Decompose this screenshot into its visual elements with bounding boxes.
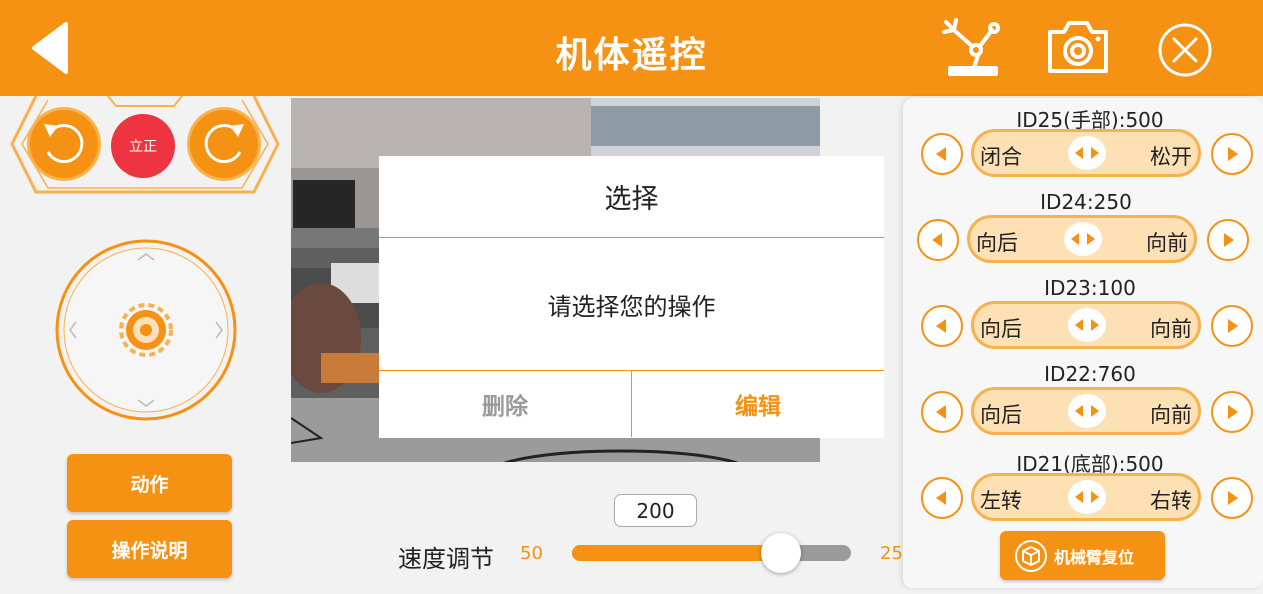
triangle-right-icon <box>1224 233 1234 247</box>
camera-icon <box>1048 21 1108 73</box>
servo-left-label[interactable]: 向后 <box>980 399 1022 429</box>
servo-center-knob[interactable] <box>1068 136 1106 170</box>
servo-increase-button[interactable] <box>1207 219 1249 261</box>
servo-decrease-button[interactable] <box>921 477 963 519</box>
speed-min-label: 50 <box>520 543 543 564</box>
close-icon <box>1158 23 1212 77</box>
servo-center-knob[interactable] <box>1064 222 1102 256</box>
servo-control-pill: 向后 向前 <box>967 215 1197 263</box>
triangle-left-icon <box>932 233 942 247</box>
servo-row-id24: ID24:250 向后 向前 <box>903 184 1263 270</box>
servo-control-panel: ID25(手部):500 闭合 松开 ID24:250 向后 向前 ID23:1… <box>903 98 1263 588</box>
edit-button[interactable]: 编辑 <box>632 371 884 437</box>
left-right-arrows-icon <box>1075 491 1099 503</box>
left-right-arrows-icon <box>1071 233 1095 245</box>
joystick[interactable] <box>54 238 238 422</box>
servo-left-label[interactable]: 闭合 <box>980 141 1022 171</box>
servo-row-id21: ID21(底部):500 左转 右转 <box>907 442 1263 528</box>
rotate-left-button[interactable] <box>30 110 98 178</box>
servo-increase-button[interactable] <box>1211 391 1253 433</box>
servo-control-pill: 向后 向前 <box>971 387 1201 435</box>
servo-decrease-button[interactable] <box>921 305 963 347</box>
action-button[interactable]: 动作 <box>67 454 232 512</box>
servo-center-knob[interactable] <box>1068 308 1106 342</box>
camera-button[interactable] <box>1044 18 1112 80</box>
robot-arm-icon <box>942 18 1000 76</box>
triangle-right-icon <box>1228 491 1238 505</box>
servo-right-label[interactable]: 松开 <box>1150 141 1192 171</box>
speed-slider-track[interactable] <box>572 545 851 561</box>
servo-control-pill: 左转 右转 <box>971 473 1201 521</box>
servo-center-knob[interactable] <box>1068 394 1106 428</box>
speed-label: 速度调节 <box>398 545 494 573</box>
rotate-right-icon <box>204 124 244 163</box>
dialog-buttons: 删除 编辑 <box>379 371 884 437</box>
servo-decrease-button[interactable] <box>917 219 959 261</box>
rotate-right-button[interactable] <box>190 110 258 178</box>
triangle-right-icon <box>1228 319 1238 333</box>
servo-increase-button[interactable] <box>1211 477 1253 519</box>
triangle-left-icon <box>936 319 946 333</box>
header-bar: 机体遥控 <box>0 0 1263 96</box>
servo-increase-button[interactable] <box>1211 305 1253 347</box>
robot-arm-button[interactable] <box>940 16 1002 84</box>
triangle-right-icon <box>1228 147 1238 161</box>
speed-value: 200 <box>614 494 697 527</box>
servo-center-knob[interactable] <box>1068 480 1106 514</box>
rotate-left-icon <box>44 124 84 163</box>
servo-decrease-button[interactable] <box>921 133 963 175</box>
servo-left-label[interactable]: 向后 <box>980 313 1022 343</box>
speed-max-label: 25 <box>880 543 903 564</box>
servo-row-id25: ID25(手部):500 闭合 松开 <box>907 98 1263 184</box>
speed-slider-fill <box>572 545 782 561</box>
servo-right-label[interactable]: 向前 <box>1150 399 1192 429</box>
speed-slider-thumb[interactable] <box>761 533 802 573</box>
servo-right-label[interactable]: 右转 <box>1150 485 1192 515</box>
rotation-panel: 立正 <box>8 95 282 198</box>
servo-control-pill: 向后 向前 <box>971 301 1201 349</box>
arm-reset-label: 机械臂复位 <box>1054 547 1135 567</box>
triangle-left-icon <box>936 147 946 161</box>
cube-reset-icon <box>1015 539 1047 572</box>
instructions-button[interactable]: 操作说明 <box>67 520 232 578</box>
servo-left-label[interactable]: 左转 <box>980 485 1022 515</box>
servo-increase-button[interactable] <box>1211 133 1253 175</box>
servo-right-label[interactable]: 向前 <box>1146 227 1188 257</box>
left-right-arrows-icon <box>1075 405 1099 417</box>
servo-label: ID24:250 <box>1040 190 1132 214</box>
servo-label: ID22:760 <box>1044 362 1136 386</box>
servo-left-label[interactable]: 向后 <box>976 227 1018 257</box>
triangle-left-icon <box>936 405 946 419</box>
servo-right-label[interactable]: 向前 <box>1150 313 1192 343</box>
servo-label: ID23:100 <box>1044 276 1136 300</box>
servo-decrease-button[interactable] <box>921 391 963 433</box>
triangle-right-icon <box>1228 405 1238 419</box>
servo-row-id23: ID23:100 向后 向前 <box>907 270 1263 356</box>
left-right-arrows-icon <box>1075 147 1099 159</box>
dialog-title: 选择 <box>379 156 884 238</box>
dialog-message: 请选择您的操作 <box>379 238 884 371</box>
left-right-arrows-icon <box>1075 319 1099 331</box>
servo-control-pill: 闭合 松开 <box>971 129 1201 177</box>
arm-reset-button[interactable]: 机械臂复位 <box>1000 531 1165 580</box>
upright-button[interactable]: 立正 <box>111 114 175 178</box>
delete-button[interactable]: 删除 <box>379 371 632 437</box>
servo-row-id22: ID22:760 向后 向前 <box>907 356 1263 442</box>
close-button[interactable] <box>1157 22 1213 82</box>
triangle-left-icon <box>936 491 946 505</box>
select-dialog: 选择 请选择您的操作 删除 编辑 <box>379 156 884 438</box>
